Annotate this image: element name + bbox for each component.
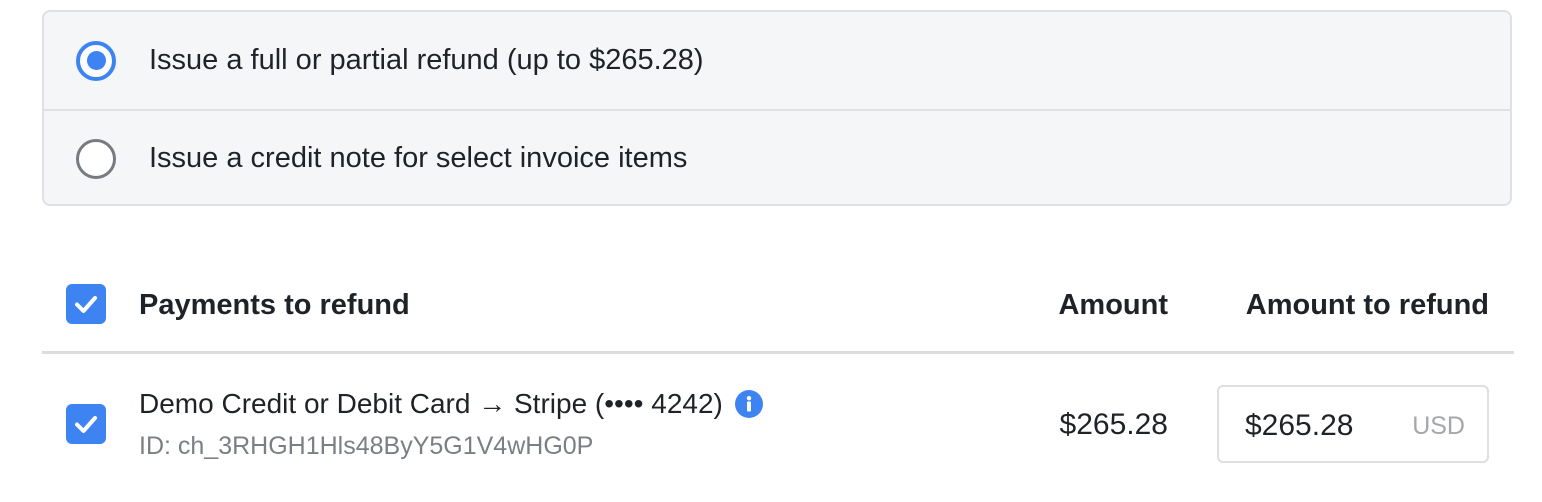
payment-row-checkbox[interactable] xyxy=(66,404,106,444)
currency-label: USD xyxy=(1412,412,1465,440)
info-icon[interactable] xyxy=(734,390,763,418)
option-credit-note-label: Issue a credit note for select invoice i… xyxy=(149,142,688,174)
refund-type-options: Issue a full or partial refund (up to $2… xyxy=(42,10,1512,206)
column-payments-to-refund: Payments to refund xyxy=(139,289,410,321)
table-row: Demo Credit or Debit Card → Stripe (••••… xyxy=(42,354,1512,502)
payment-method-title: Demo Credit or Debit Card → Stripe (••••… xyxy=(139,388,763,420)
radio-full-partial-refund[interactable] xyxy=(76,40,116,81)
column-amount-to-refund: Amount to refund xyxy=(1245,289,1489,321)
payment-charge-id: ID: ch_3RHGH1Hls48ByY5G1V4wHG0P xyxy=(139,432,594,460)
column-amount: Amount xyxy=(1058,289,1168,321)
amount-to-refund-input[interactable]: $265.28 USD xyxy=(1217,385,1489,463)
option-full-partial-refund-label: Issue a full or partial refund (up to $2… xyxy=(149,44,704,76)
radio-credit-note[interactable] xyxy=(76,138,116,179)
info-glyph xyxy=(746,396,752,412)
payments-table-header: Payments to refund Amount Amount to refu… xyxy=(42,265,1512,351)
payment-amount: $265.28 xyxy=(1059,408,1168,441)
check-icon xyxy=(75,296,97,313)
payment-method-label: Demo Credit or Debit Card → Stripe (••••… xyxy=(139,388,723,419)
option-credit-note[interactable]: Issue a credit note for select invoice i… xyxy=(44,110,1510,204)
select-all-checkbox[interactable] xyxy=(66,284,106,324)
amount-to-refund-value[interactable]: $265.28 xyxy=(1245,409,1353,443)
check-icon xyxy=(75,416,97,433)
radio-selected-dot xyxy=(86,51,106,70)
option-full-partial-refund[interactable]: Issue a full or partial refund (up to $2… xyxy=(44,12,1510,111)
